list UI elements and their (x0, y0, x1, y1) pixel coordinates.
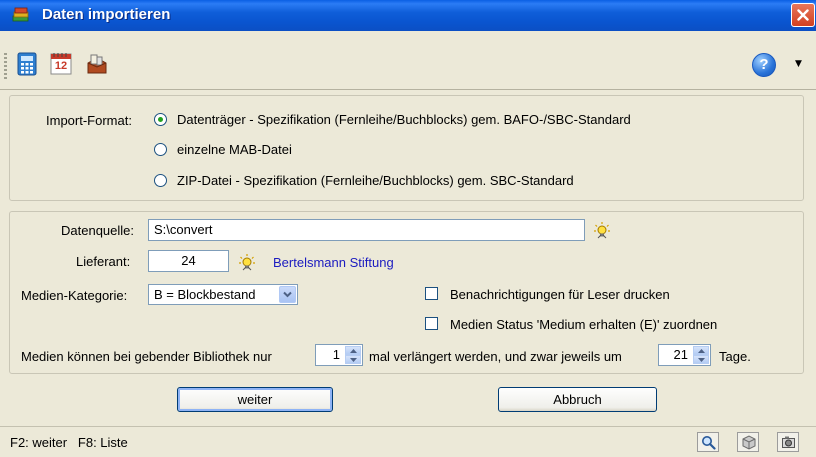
toolbar-separator (0, 89, 816, 90)
medien-status-label[interactable]: Medien Status 'Medium erhalten (E)' zuor… (450, 317, 717, 332)
camera-icon (782, 436, 795, 448)
weiter-button[interactable]: weiter (177, 387, 333, 412)
spin-up-icon (698, 349, 705, 353)
lieferant-input[interactable]: 24 (148, 250, 229, 272)
toolbar: 12 ? ▼ (0, 31, 816, 91)
import-settings-panel: Datenquelle: S:\convert Lieferant: 24 Be… (9, 211, 804, 374)
renew-count-down-button[interactable] (345, 355, 361, 364)
close-button[interactable] (791, 3, 815, 27)
renew-count-up-button[interactable] (345, 346, 361, 355)
medien-status-checkbox[interactable] (425, 317, 438, 330)
medien-kategorie-select[interactable]: B = Blockbestand (148, 284, 298, 305)
datenquelle-label: Datenquelle: (61, 223, 134, 238)
import-dialog: Daten importieren 12 ? ▼ Import-Format: … (0, 0, 816, 457)
calendar-day: 12 (54, 60, 68, 72)
renew-days-up-button[interactable] (693, 346, 709, 355)
search-button[interactable] (697, 432, 719, 452)
renew-text-1: Medien können bei gebender Bibliothek nu… (21, 349, 272, 364)
radio-mab-datei[interactable] (154, 143, 167, 156)
window-title: Daten importieren (42, 6, 171, 23)
search-icon (702, 436, 716, 450)
datenquelle-bulb-icon[interactable] (593, 221, 611, 239)
status-text: F2: weiter F8: Liste (10, 435, 128, 450)
benachrichtigungen-label[interactable]: Benachrichtigungen für Leser drucken (450, 287, 670, 302)
medien-kategorie-label: Medien-Kategorie: (21, 288, 128, 303)
renew-days-down-button[interactable] (693, 355, 709, 364)
renew-days-spinner[interactable]: 21 (658, 344, 711, 366)
books-icon (12, 7, 29, 22)
radio-datentraeger[interactable] (154, 113, 167, 126)
medien-kategorie-value: B = Blockbestand (154, 287, 256, 302)
radio-datentraeger-label[interactable]: Datenträger - Spezifikation (Fernleihe/B… (177, 112, 631, 127)
lieferant-name-link[interactable]: Bertelsmann Stiftung (273, 255, 394, 270)
close-icon (797, 9, 809, 21)
spin-up-icon (350, 349, 357, 353)
status-bar: F2: weiter F8: Liste (0, 426, 816, 457)
toolbar-grip[interactable] (4, 53, 7, 79)
renew-text-2: mal verlängert werden, und zwar jeweils … (369, 349, 622, 364)
radio-zip-datei[interactable] (154, 174, 167, 187)
cube-icon (742, 435, 756, 450)
spin-down-icon (350, 358, 357, 362)
renew-count-value: 1 (332, 347, 340, 362)
spin-down-icon (698, 358, 705, 362)
abbruch-button[interactable]: Abbruch (498, 387, 657, 412)
datenquelle-input[interactable]: S:\convert (148, 219, 585, 241)
radio-zip-datei-label[interactable]: ZIP-Datei - Spezifikation (Fernleihe/Buc… (177, 173, 574, 188)
help-dropdown-arrow[interactable]: ▼ (795, 59, 802, 69)
calculator-icon[interactable] (14, 51, 40, 77)
title-bar[interactable]: Daten importieren (0, 0, 816, 31)
renew-text-3: Tage. (719, 349, 751, 364)
renew-count-spinner[interactable]: 1 (315, 344, 363, 366)
renew-days-value: 21 (673, 347, 688, 362)
mailbox-icon[interactable] (84, 51, 110, 77)
dropdown-arrow-button[interactable] (279, 286, 296, 303)
import-format-label: Import-Format: (46, 113, 132, 128)
radio-mab-datei-label[interactable]: einzelne MAB-Datei (177, 142, 292, 157)
benachrichtigungen-checkbox[interactable] (425, 287, 438, 300)
preview-button[interactable] (737, 432, 759, 452)
calendar-icon[interactable]: 12 (48, 51, 74, 77)
help-icon[interactable]: ? (752, 53, 776, 77)
import-format-panel: Import-Format: Datenträger - Spezifikati… (9, 95, 804, 201)
lieferant-label: Lieferant: (76, 254, 131, 269)
camera-button[interactable] (777, 432, 799, 452)
chevron-down-icon (283, 291, 292, 298)
lieferant-bulb-icon[interactable] (238, 253, 256, 271)
